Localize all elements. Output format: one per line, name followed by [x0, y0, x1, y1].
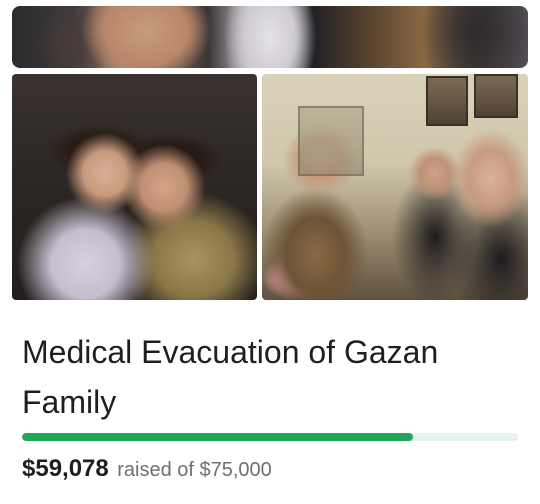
funds-summary: $59,078 raised of $75,000: [22, 455, 272, 483]
campaign-photo-family[interactable]: [262, 74, 528, 300]
photo-detail-frame: [474, 74, 518, 118]
progress-bar-fill: [22, 433, 413, 441]
progress-bar: [22, 433, 518, 441]
photo-detail-frame: [426, 76, 468, 126]
photo-gallery[interactable]: [0, 0, 540, 310]
campaign-photo-children[interactable]: [12, 74, 257, 300]
campaign-photo-top[interactable]: [12, 6, 528, 68]
campaign-title[interactable]: Medical Evacuation of Gazan Family: [22, 327, 522, 427]
amount-raised: $59,078: [22, 455, 109, 482]
raised-of-goal: raised of $75,000: [117, 459, 272, 481]
photo-detail-window: [298, 106, 364, 176]
